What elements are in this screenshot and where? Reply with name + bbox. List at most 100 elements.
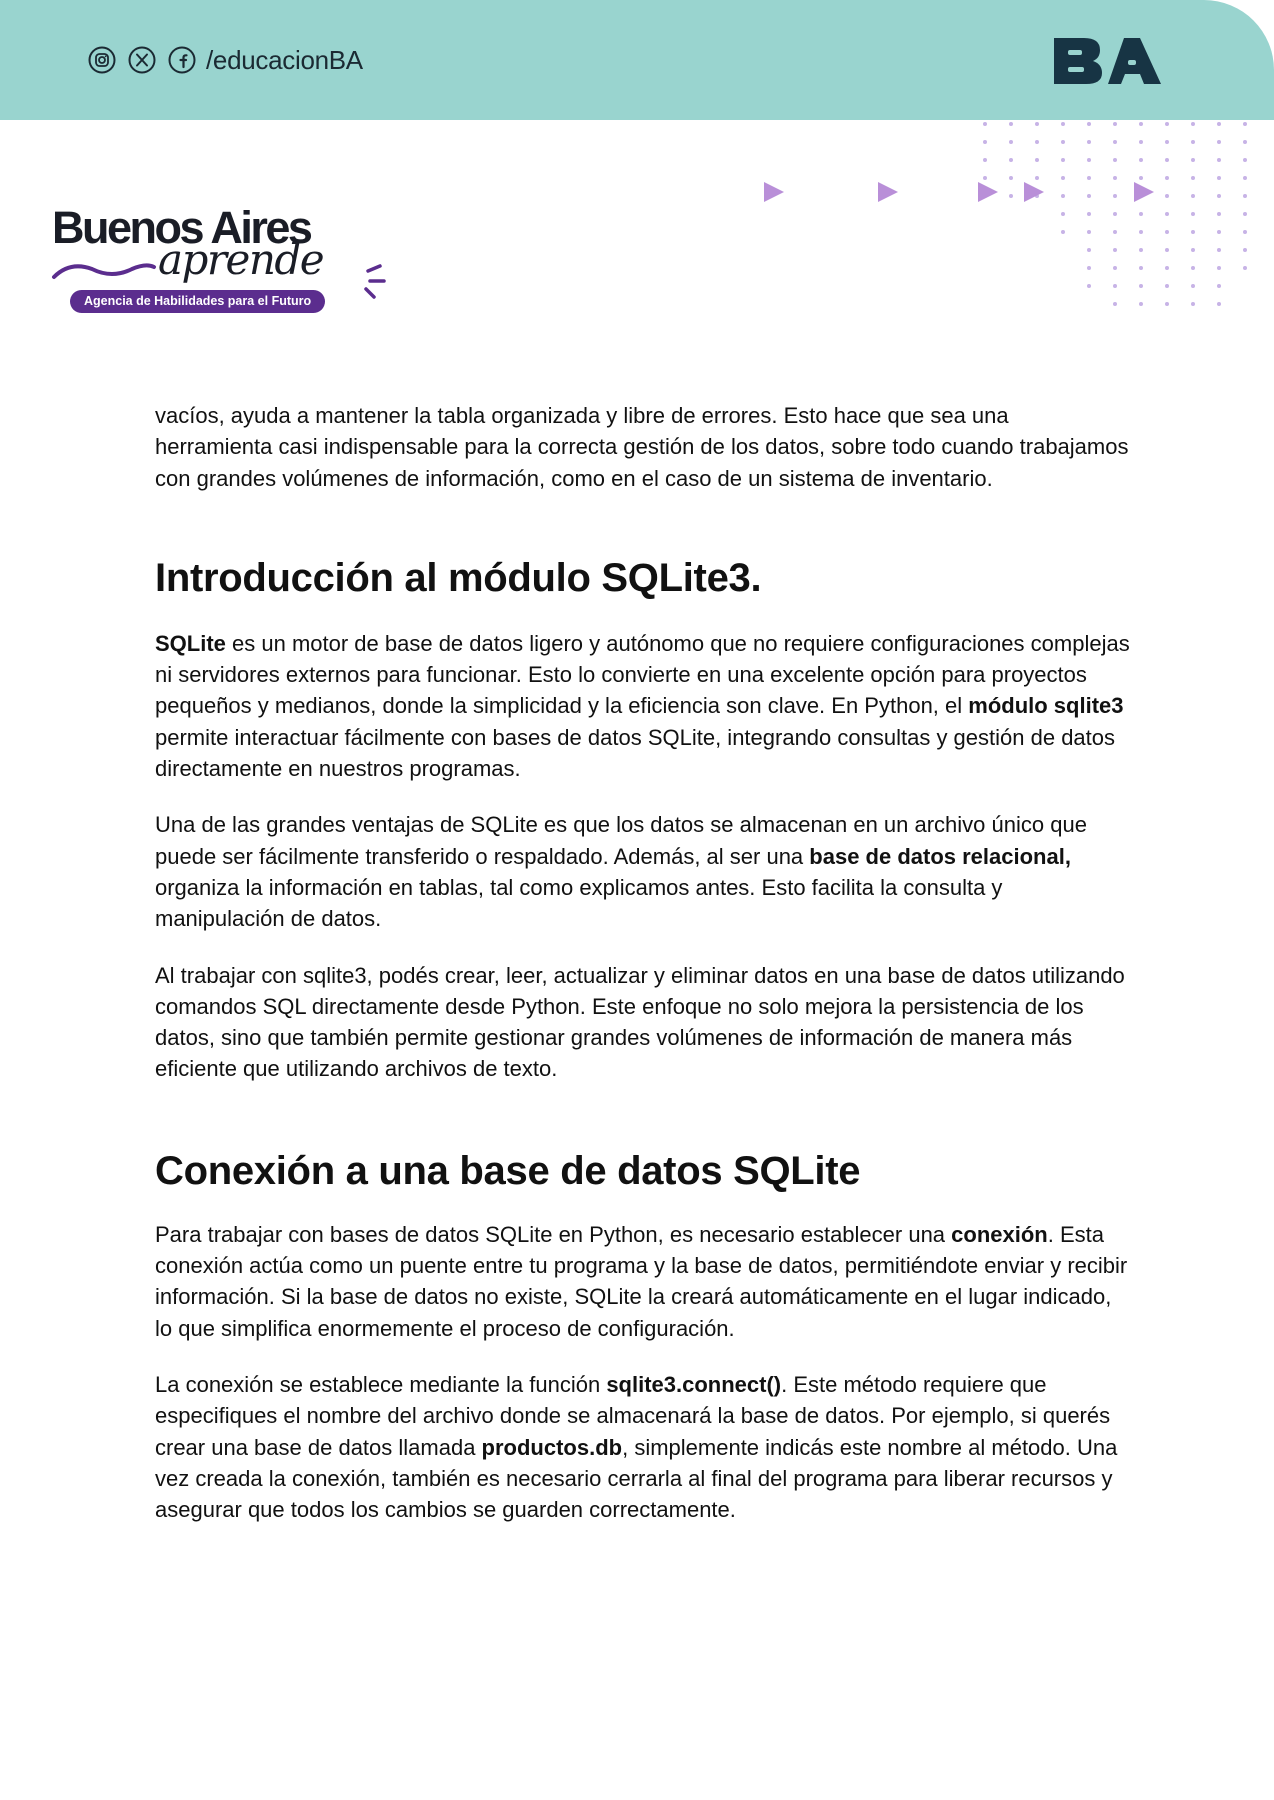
decor-dot — [1113, 302, 1117, 306]
decor-dot — [1191, 176, 1195, 180]
bold-code-term: sqlite3.connect() — [606, 1371, 782, 1397]
x-icon[interactable] — [128, 46, 156, 74]
decor-dot — [983, 158, 987, 162]
paragraph-sqlite-crud: Al trabajar con sqlite3, podés crear, le… — [155, 962, 1125, 1082]
decor-dot — [1113, 284, 1117, 288]
decor-dot — [1087, 230, 1091, 234]
decor-dot — [1243, 158, 1247, 162]
decor-dot — [983, 176, 987, 180]
decor-dot — [1061, 194, 1065, 198]
decor-dot — [1061, 176, 1065, 180]
decor-dot — [1087, 158, 1091, 162]
bold-term: conexión — [951, 1221, 1048, 1247]
decor-dot — [1217, 266, 1221, 270]
brand-tagline: Agencia de Habilidades para el Futuro — [70, 290, 326, 313]
decor-dot — [1061, 212, 1065, 216]
decor-dot — [1139, 176, 1143, 180]
decor-dot — [1217, 230, 1221, 234]
decor-dot — [1035, 122, 1039, 126]
decor-dot — [1113, 176, 1117, 180]
decor-dot — [1087, 266, 1091, 270]
document-body: vacíos, ayuda a mantener la tabla organi… — [155, 400, 1130, 1525]
decor-dot — [1191, 158, 1195, 162]
social-links: /educacionBA — [88, 44, 363, 76]
decor-dot — [1139, 212, 1143, 216]
decor-dot — [1009, 158, 1013, 162]
decor-dot — [1009, 122, 1013, 126]
ba-logo — [1054, 38, 1161, 84]
decor-dot — [983, 122, 987, 126]
decor-dot — [1191, 266, 1195, 270]
decor-dot — [1217, 284, 1221, 288]
decor-dot — [1165, 194, 1169, 198]
decor-dot — [1191, 212, 1195, 216]
decor-dot — [1113, 248, 1117, 252]
decor-dot — [1009, 176, 1013, 180]
decor-dot — [1217, 158, 1221, 162]
decor-dot — [1087, 284, 1091, 288]
decor-dot — [1087, 194, 1091, 198]
brand-subtitle: aprende — [158, 235, 325, 284]
decor-dot — [1191, 194, 1195, 198]
decor-dot — [1191, 284, 1195, 288]
decor-dot — [1035, 140, 1039, 144]
decor-dot — [1191, 230, 1195, 234]
decor-dot — [1165, 284, 1169, 288]
decor-arrow-icon — [1024, 182, 1044, 202]
decor-dot — [1009, 194, 1013, 198]
instagram-icon[interactable] — [88, 46, 116, 74]
decor-dot — [1243, 248, 1247, 252]
decor-dot — [1139, 248, 1143, 252]
decor-dot — [1191, 140, 1195, 144]
decor-dot — [1061, 140, 1065, 144]
decor-dot — [1035, 176, 1039, 180]
social-handle[interactable]: /educacionBA — [206, 45, 363, 76]
decor-dot — [1113, 122, 1117, 126]
paragraph-sqlite-intro: SQLite es un motor de base de datos lige… — [155, 630, 1130, 782]
paragraph-connection: Para trabajar con bases de datos SQLite … — [155, 1221, 1128, 1341]
decor-dot — [1113, 266, 1117, 270]
decor-dot — [1087, 140, 1091, 144]
bold-code-term: productos.db — [481, 1434, 623, 1460]
decor-dot — [1165, 122, 1169, 126]
decor-dot — [1243, 266, 1247, 270]
decor-dot — [1165, 266, 1169, 270]
decor-dot — [1087, 248, 1091, 252]
bold-term: módulo sqlite3 — [968, 693, 1124, 719]
decor-dot — [1217, 194, 1221, 198]
decor-dot — [1139, 158, 1143, 162]
decor-dot — [1243, 122, 1247, 126]
decorative-pattern — [764, 122, 1247, 306]
facebook-icon[interactable] — [168, 46, 196, 74]
bold-term: base de datos relacional, — [809, 843, 1071, 869]
bold-term: SQLite — [155, 630, 226, 656]
decor-dot — [1217, 140, 1221, 144]
decor-dot — [1217, 122, 1221, 126]
decor-dot — [1113, 194, 1117, 198]
decor-dot — [1243, 176, 1247, 180]
decor-dot — [1165, 158, 1169, 162]
decor-dot — [1113, 140, 1117, 144]
decor-dot — [1087, 122, 1091, 126]
decor-dot — [983, 140, 987, 144]
decor-dot — [1191, 302, 1195, 306]
decor-dot — [1165, 176, 1169, 180]
decor-dot — [1061, 122, 1065, 126]
decor-dot — [1087, 176, 1091, 180]
decor-dot — [1217, 302, 1221, 306]
decor-dot — [1191, 122, 1195, 126]
decor-dot — [1035, 158, 1039, 162]
decor-dot — [1139, 140, 1143, 144]
decor-dot — [1087, 212, 1091, 216]
decor-dot — [1243, 212, 1247, 216]
decor-dot — [1217, 212, 1221, 216]
decor-arrow-icon — [878, 182, 898, 202]
brand-logo: Buenos Aires aprende Agencia de Habilida… — [50, 205, 390, 320]
decor-dot — [1061, 158, 1065, 162]
decor-arrow-icon — [978, 182, 998, 202]
header-band: /educacionBA — [0, 0, 1274, 120]
decor-dot — [1139, 302, 1143, 306]
decor-dot — [1139, 122, 1143, 126]
decor-dot — [1243, 230, 1247, 234]
decor-dot — [1165, 230, 1169, 234]
